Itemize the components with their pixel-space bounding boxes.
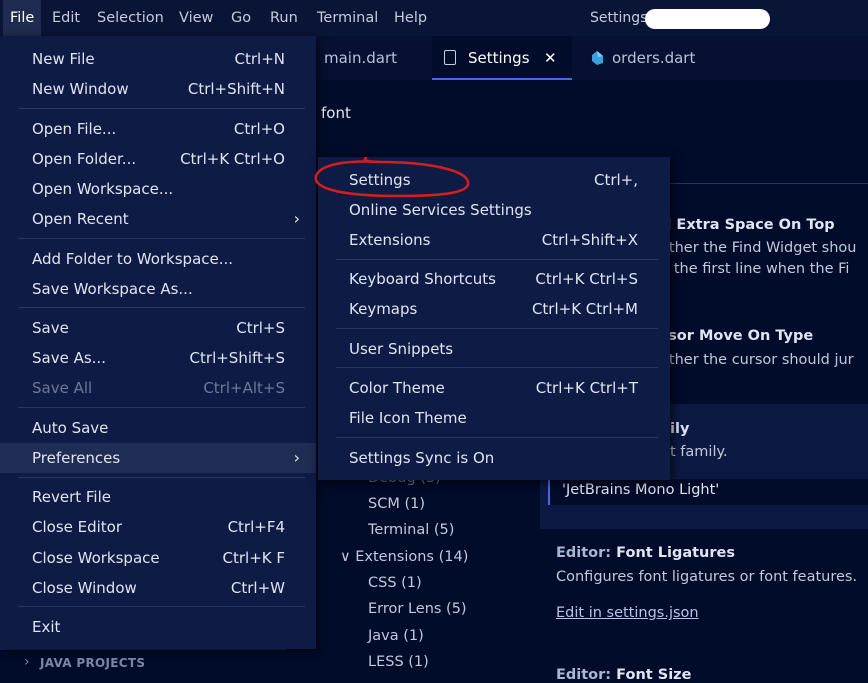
- menu-item-save-as[interactable]: Save As... Ctrl+Shift+S: [0, 343, 316, 373]
- tab-settings[interactable]: Settings ✕: [432, 36, 572, 80]
- menu-item-keyboard-shortcuts[interactable]: Keyboard Shortcuts Ctrl+K Ctrl+S: [318, 264, 670, 294]
- tab-main-dart[interactable]: main.dart: [324, 36, 397, 80]
- setting-desc: ether the Find Widget shou: [660, 240, 857, 256]
- menu-item-new-file[interactable]: New File Ctrl+N: [0, 44, 316, 74]
- menu-edit[interactable]: Edit: [45, 0, 87, 36]
- toc-item-less[interactable]: LESS (1): [368, 654, 429, 670]
- menu-item-auto-save[interactable]: Auto Save: [0, 413, 316, 443]
- font-family-value: 'JetBrains Mono Light': [562, 482, 720, 498]
- menu-item-file-icon-theme[interactable]: File Icon Theme: [318, 403, 670, 433]
- menu-help[interactable]: Help: [387, 0, 434, 36]
- menu-item-save-workspace-as[interactable]: Save Workspace As...: [0, 274, 316, 304]
- setting-desc: d the first line when the Fi: [660, 261, 850, 277]
- menu-separator: [18, 477, 305, 478]
- menu-separator: [336, 367, 658, 368]
- file-menu: New File Ctrl+N New Window Ctrl+Shift+N Op…: [0, 36, 316, 649]
- menu-item-new-window[interactable]: New Window Ctrl+Shift+N: [0, 74, 316, 104]
- setting-desc: ether the cursor should jur: [660, 352, 854, 368]
- menu-separator: [18, 407, 305, 408]
- setting-title-find-extra-space: d Extra Space On Top: [661, 217, 835, 233]
- menu-selection[interactable]: Selection: [90, 0, 171, 36]
- menu-item-user-snippets[interactable]: User Snippets: [318, 334, 670, 364]
- menu-view[interactable]: View: [172, 0, 220, 36]
- menu-item-save[interactable]: Save Ctrl+S: [0, 313, 316, 343]
- setting-title-font-ligatures: Editor: Font Ligatures: [556, 545, 735, 561]
- chevron-right-icon: ›: [293, 448, 300, 467]
- menu-separator: [18, 606, 305, 607]
- menu-file[interactable]: File: [3, 0, 42, 36]
- menu-item-open-folder[interactable]: Open Folder... Ctrl+K Ctrl+O: [0, 144, 316, 174]
- menu-item-save-all: Save All Ctrl+Alt+S: [32, 379, 285, 397]
- annotation-circle: [314, 156, 470, 198]
- toc-item-css[interactable]: CSS (1): [368, 575, 422, 591]
- menu-item-close-window[interactable]: Close Window Ctrl+W: [0, 573, 316, 603]
- menu-item-add-folder[interactable]: Add Folder to Workspace...: [0, 244, 316, 274]
- menu-go[interactable]: Go: [224, 0, 258, 36]
- close-icon[interactable]: ✕: [544, 36, 557, 80]
- edit-in-settings-json-link[interactable]: Edit in settings.json: [556, 605, 699, 621]
- menu-separator: [336, 437, 658, 438]
- menu-item-open-file[interactable]: Open File... Ctrl+O: [0, 114, 316, 144]
- divider: [660, 183, 868, 184]
- java-projects-header[interactable]: JAVA PROJECTS: [40, 656, 145, 670]
- settings-search-input[interactable]: font: [321, 104, 351, 122]
- dart-icon: [592, 51, 603, 65]
- redacted-title: [645, 9, 770, 29]
- toc-item-terminal[interactable]: Terminal (5): [368, 522, 454, 538]
- menu-item-keymaps[interactable]: Keymaps Ctrl+K Ctrl+M: [318, 294, 670, 324]
- menu-item-open-recent[interactable]: Open Recent ›: [0, 204, 316, 234]
- chevron-right-icon[interactable]: ›: [24, 654, 30, 670]
- toc-item-extensions[interactable]: ∨ Extensions (14): [340, 549, 468, 565]
- setting-desc: Configures font ligatures or font featur…: [556, 569, 858, 585]
- menu-item-exit[interactable]: Exit: [0, 612, 316, 642]
- menu-separator: [18, 238, 305, 239]
- preferences-submenu: Settings Ctrl+, Online Services Settings …: [318, 157, 670, 480]
- toc-item-scm[interactable]: SCM (1): [368, 496, 425, 512]
- setting-title-font-size: Editor: Font Size: [556, 667, 692, 683]
- menu-separator: [336, 259, 658, 260]
- menu-separator: [18, 307, 305, 308]
- toc-item-error-lens[interactable]: Error Lens (5): [368, 601, 467, 617]
- menu-item-preferences[interactable]: Preferences ›: [0, 443, 316, 473]
- menu-run[interactable]: Run: [263, 0, 305, 36]
- menu-item-open-workspace[interactable]: Open Workspace...: [0, 174, 316, 204]
- menu-item-color-theme[interactable]: Color Theme Ctrl+K Ctrl+T: [318, 373, 670, 403]
- toc-item-java[interactable]: Java (1): [368, 628, 424, 644]
- menu-separator: [336, 328, 658, 329]
- setting-desc: t family.: [670, 444, 728, 460]
- menu-item-close-editor[interactable]: Close Editor Ctrl+F4: [0, 512, 316, 542]
- menu-item-close-workspace[interactable]: Close Workspace Ctrl+K F: [0, 543, 316, 573]
- menu-item-settings-sync[interactable]: Settings Sync is On: [318, 443, 670, 473]
- chevron-right-icon: ›: [293, 209, 300, 228]
- menu-item-extensions[interactable]: Extensions Ctrl+Shift+X: [318, 225, 670, 255]
- file-icon: [444, 50, 456, 65]
- menu-terminal[interactable]: Terminal: [310, 0, 385, 36]
- menu-item-revert-file[interactable]: Revert File: [0, 482, 316, 512]
- title-bar: File Edit Selection View Go Run Terminal…: [0, 0, 868, 36]
- setting-title-cursor-move: rsor Move On Type: [661, 328, 814, 344]
- setting-title-font-family: ily: [670, 421, 690, 437]
- chevron-down-icon: ∨: [340, 549, 351, 565]
- menu-separator: [18, 108, 305, 109]
